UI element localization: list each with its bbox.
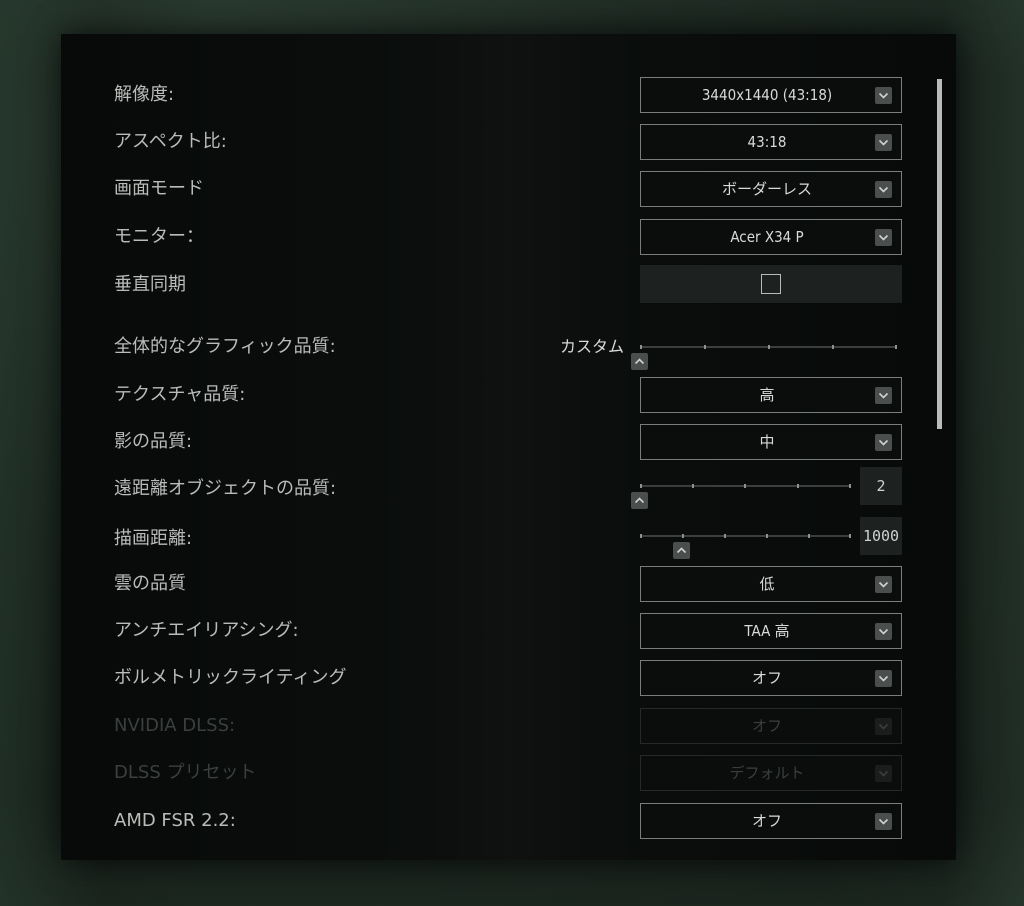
- setting-row-texture-quality: テクスチャ品質: 高: [61, 376, 956, 414]
- dropdown-value: デフォルト: [729, 764, 805, 782]
- slider-tick: [640, 534, 642, 538]
- slider-tick: [640, 484, 642, 488]
- chevron-down-icon: [875, 576, 892, 593]
- vsync-checkbox-area[interactable]: [640, 265, 902, 303]
- chevron-down-icon: [875, 765, 892, 782]
- dropdown-value: 43:18: [747, 133, 787, 151]
- slider-tick: [895, 345, 897, 349]
- screen-mode-dropdown[interactable]: ボーダーレス: [640, 171, 902, 207]
- slider-tick: [797, 484, 799, 488]
- chevron-up-icon[interactable]: [673, 542, 690, 559]
- setting-label: NVIDIA DLSS:: [114, 715, 236, 736]
- nvidia-dlss-dropdown: オフ: [640, 708, 902, 744]
- chevron-up-icon[interactable]: [631, 492, 648, 509]
- setting-label: 解像度:: [114, 84, 175, 105]
- setting-row-vsync: 垂直同期: [61, 265, 956, 304]
- setting-label: モニター：: [114, 226, 204, 247]
- setting-row-amd-fsr: AMD FSR 2.2: オフ: [61, 802, 956, 840]
- setting-row-aspect-ratio: アスペクト比: 43:18: [61, 123, 956, 161]
- preset-caption: カスタム: [560, 337, 625, 356]
- setting-row-dlss-preset: DLSS プリセット デフォルト: [61, 754, 956, 792]
- cloud-quality-dropdown[interactable]: 低: [640, 566, 902, 602]
- shadow-quality-dropdown[interactable]: 中: [640, 424, 902, 460]
- chevron-down-icon: [875, 623, 892, 640]
- slider-tick: [704, 345, 706, 349]
- setting-label: 遠距離オブジェクトの品質:: [114, 478, 337, 499]
- slider-tick: [849, 534, 851, 538]
- slider-tick: [849, 484, 851, 488]
- dropdown-value: オフ: [751, 812, 782, 830]
- dropdown-value: オフ: [751, 669, 782, 687]
- setting-label: AMD FSR 2.2:: [114, 810, 236, 831]
- setting-row-distant-object-quality: 遠距離オブジェクトの品質: 2: [61, 467, 956, 509]
- setting-label: 画面モード: [114, 178, 204, 199]
- slider-tick: [832, 345, 834, 349]
- scrollbar-thumb[interactable]: [937, 79, 942, 429]
- vsync-checkbox[interactable]: [761, 274, 781, 294]
- setting-label: 全体的なグラフィック品質:: [114, 336, 336, 357]
- graphics-settings-panel: 解像度: 3440x1440 (43:18) アスペクト比: 43:18 画面モ…: [61, 34, 956, 860]
- texture-quality-dropdown[interactable]: 高: [640, 377, 902, 413]
- setting-row-shadow-quality: 影の品質: 中: [61, 423, 956, 461]
- dropdown-value: オフ: [751, 717, 782, 735]
- amd-fsr-dropdown[interactable]: オフ: [640, 803, 902, 839]
- dropdown-value: TAA 高: [744, 622, 790, 640]
- dropdown-value: Acer X34 P: [730, 228, 804, 246]
- draw-distance-slider[interactable]: [640, 534, 851, 538]
- chevron-down-icon: [875, 387, 892, 404]
- setting-row-monitor: モニター： Acer X34 P: [61, 218, 956, 256]
- setting-label: アスペクト比:: [114, 131, 227, 152]
- resolution-dropdown[interactable]: 3440x1440 (43:18): [640, 77, 902, 113]
- setting-row-volumetric-lighting: ボルメトリックライティング オフ: [61, 659, 956, 697]
- chevron-down-icon: [875, 434, 892, 451]
- chevron-down-icon: [875, 718, 892, 735]
- dropdown-value: ボーダーレス: [721, 180, 812, 198]
- setting-label: DLSS プリセット: [114, 762, 257, 783]
- dropdown-value: 中: [759, 433, 775, 451]
- dropdown-value: 高: [759, 386, 775, 404]
- setting-label: 雲の品質: [114, 573, 186, 594]
- slider-tick: [768, 345, 770, 349]
- slider-tick: [724, 534, 726, 538]
- setting-row-draw-distance: 描画距離: 1000: [61, 517, 956, 559]
- setting-label: 垂直同期: [114, 274, 186, 295]
- slider-value: 1000: [860, 517, 902, 555]
- dropdown-value: 3440x1440 (43:18): [701, 86, 833, 104]
- slider-tick: [766, 534, 768, 538]
- setting-label: 影の品質:: [114, 431, 193, 452]
- chevron-down-icon: [875, 670, 892, 687]
- slider-tick: [808, 534, 810, 538]
- chevron-down-icon: [875, 229, 892, 246]
- slider-tick: [744, 484, 746, 488]
- slider-value: 2: [860, 467, 902, 505]
- slider-tick: [682, 534, 684, 538]
- distant-object-quality-slider[interactable]: [640, 484, 851, 488]
- overall-quality-slider[interactable]: [640, 345, 897, 349]
- setting-row-screen-mode: 画面モード ボーダーレス: [61, 170, 956, 208]
- chevron-down-icon: [875, 87, 892, 104]
- setting-label: テクスチャ品質:: [114, 384, 246, 405]
- setting-label: アンチエイリアシング:: [114, 620, 299, 641]
- setting-label: ボルメトリックライティング: [114, 667, 347, 688]
- chevron-down-icon: [875, 134, 892, 151]
- volumetric-lighting-dropdown[interactable]: オフ: [640, 660, 902, 696]
- chevron-down-icon: [875, 181, 892, 198]
- slider-tick: [640, 345, 642, 349]
- setting-row-overall-quality: 全体的なグラフィック品質: カスタム: [61, 328, 956, 370]
- chevron-up-icon[interactable]: [631, 353, 648, 370]
- dropdown-value: 低: [759, 575, 775, 593]
- chevron-down-icon: [875, 813, 892, 830]
- anti-aliasing-dropdown[interactable]: TAA 高: [640, 613, 902, 649]
- setting-row-cloud-quality: 雲の品質 低: [61, 565, 956, 603]
- setting-label: 描画距離:: [114, 528, 193, 549]
- monitor-dropdown[interactable]: Acer X34 P: [640, 219, 902, 255]
- setting-row-nvidia-dlss: NVIDIA DLSS: オフ: [61, 707, 956, 745]
- dlss-preset-dropdown: デフォルト: [640, 755, 902, 791]
- setting-row-anti-aliasing: アンチエイリアシング: TAA 高: [61, 612, 956, 650]
- slider-tick: [692, 484, 694, 488]
- setting-row-resolution: 解像度: 3440x1440 (43:18): [61, 76, 956, 114]
- aspect-ratio-dropdown[interactable]: 43:18: [640, 124, 902, 160]
